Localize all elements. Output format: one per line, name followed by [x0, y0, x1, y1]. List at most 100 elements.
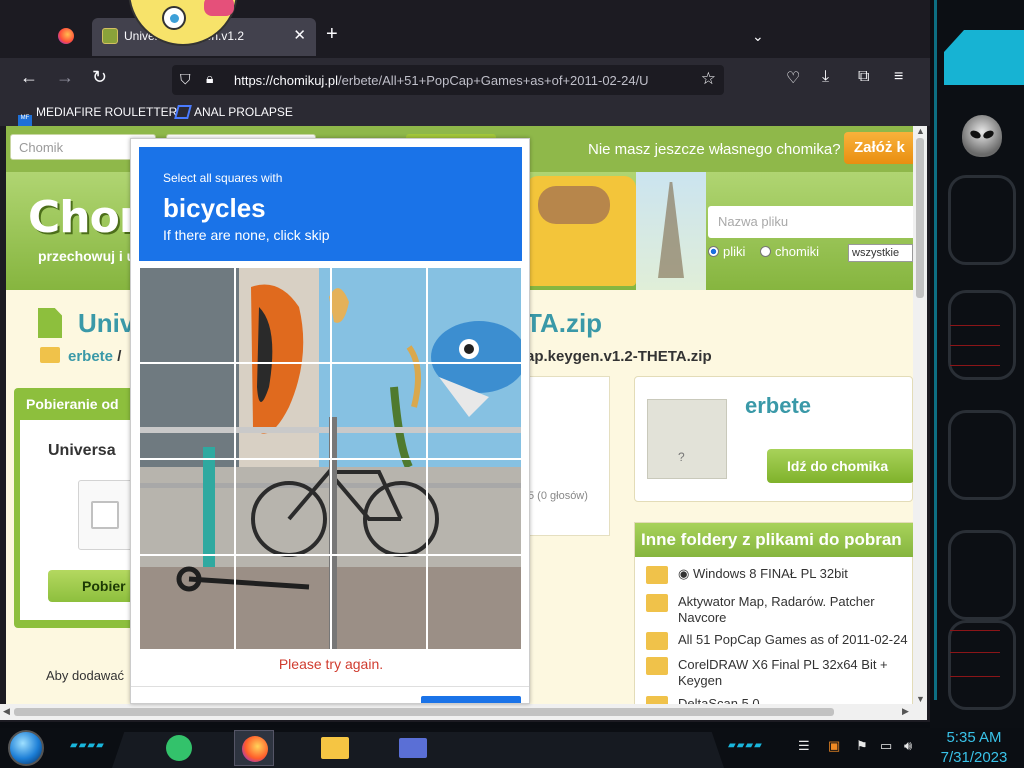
signup-button[interactable]: Załóż k	[844, 132, 913, 164]
captcha-instruction: Select all squares with	[163, 171, 283, 185]
taskbar-media-app[interactable]	[392, 730, 432, 766]
taskbar-file-explorer-app[interactable]	[314, 730, 354, 766]
owner-name[interactable]: erbete	[745, 393, 811, 419]
captcha-tile[interactable]	[427, 267, 522, 363]
scroll-right-icon[interactable]: ▶	[902, 706, 909, 717]
firefox-favicon-icon	[58, 28, 74, 44]
flag-icon[interactable]: ⚑	[856, 738, 868, 754]
site-tagline: przechowuj i u	[38, 248, 136, 264]
radio-selected-icon	[708, 246, 719, 257]
radio-files[interactable]: pliki	[708, 244, 745, 259]
vertical-scrollbar[interactable]: ▲ ▼	[913, 126, 927, 704]
gadget-red-line	[950, 345, 1000, 346]
desktop-gadget-panel	[930, 0, 1024, 728]
recaptcha-checkbox[interactable]	[91, 501, 119, 529]
bookmark-anal-prolapse[interactable]: ANAL PROLAPSE	[174, 105, 293, 119]
tray-app-icon[interactable]: ▣	[828, 738, 840, 754]
bookmark-star-icon[interactable]: ☆	[701, 69, 716, 89]
tray-menu-icon[interactable]: ☰	[798, 738, 810, 754]
extensions-icon[interactable]: ⧉	[858, 68, 869, 86]
captcha-tile[interactable]	[139, 267, 235, 363]
download-button[interactable]: Pobier	[48, 570, 138, 602]
scrollbar-thumb[interactable]	[916, 138, 924, 298]
start-button[interactable]	[8, 730, 44, 766]
captcha-skip-button[interactable]	[421, 696, 521, 703]
url-bar[interactable]: ⛉ 🔒︎ https://chomikuj.pl/erbete/All+51+P…	[172, 65, 724, 95]
tab-firefox[interactable]	[40, 18, 90, 56]
folder-icon	[40, 347, 60, 363]
captcha-tile[interactable]	[139, 555, 235, 650]
clock-date: 7/31/2023	[940, 749, 1008, 766]
alienware-logo-icon	[962, 115, 1002, 157]
gadget-meter-ring	[948, 620, 1016, 710]
recaptcha-checkbox-card	[78, 480, 134, 550]
scrollbar-thumb[interactable]	[14, 708, 834, 716]
captcha-subtext: If there are none, click skip	[163, 227, 330, 243]
gadget-red-line	[950, 365, 1000, 366]
scroll-left-icon[interactable]: ◀	[3, 706, 10, 717]
breadcrumb-file: ap.keygen.v1.2-THETA.zip	[526, 348, 712, 365]
captcha-tile[interactable]	[235, 459, 331, 555]
breadcrumb-user[interactable]: erbete /	[68, 348, 121, 365]
captcha-tile[interactable]	[235, 363, 331, 459]
system-clock[interactable]: 5:35 AM 7/31/2023	[934, 728, 1014, 768]
download-box-title: Pobieranie od	[26, 396, 119, 412]
radio-chomiki[interactable]: chomiki	[760, 244, 819, 259]
url-text[interactable]: https://chomikuj.pl/erbete/All+51+PopCap…	[234, 73, 689, 88]
captcha-error-text: Please try again.	[278, 656, 384, 672]
close-tab-icon[interactable]: ✕	[293, 26, 306, 44]
filter-select[interactable]: wszystkie	[848, 244, 913, 262]
captcha-tile[interactable]	[427, 555, 522, 650]
back-button[interactable]: ←	[20, 67, 38, 88]
lock-icon[interactable]: 🔒︎	[206, 70, 213, 87]
captcha-tile[interactable]	[139, 363, 235, 459]
horizontal-scrollbar[interactable]: ◀ ▶	[0, 704, 927, 720]
forward-button[interactable]: →	[56, 67, 74, 88]
folder-icon	[646, 632, 668, 650]
bookmarks-toolbar: MF MEDIAFIRE ROULETTER ANAL PROLAPSE	[0, 100, 930, 129]
captcha-tile[interactable]	[331, 363, 427, 459]
captcha-tile[interactable]	[331, 555, 427, 650]
folder-icon	[646, 696, 668, 704]
rating-text: 5 (0 głosów)	[528, 490, 588, 502]
gadget-red-line	[950, 676, 1000, 677]
scroll-up-icon[interactable]: ▲	[916, 126, 925, 136]
taskbar-notes-app[interactable]	[158, 730, 198, 766]
download-icon[interactable]: ⤓	[822, 68, 829, 86]
zip-file-icon	[38, 308, 62, 338]
scroll-down-icon[interactable]: ▼	[916, 694, 925, 704]
captcha-tile[interactable]	[139, 459, 235, 555]
file-title: Univ	[78, 308, 135, 338]
tracking-protection-shield-icon[interactable]: ⛉	[180, 71, 191, 88]
network-icon[interactable]: ▭	[880, 738, 892, 754]
add-comment-note: Aby dodawać	[46, 668, 125, 683]
menu-icon[interactable]: ≡	[894, 68, 903, 86]
avatar[interactable]	[647, 399, 727, 479]
captcha-tile[interactable]	[331, 267, 427, 363]
captcha-tile[interactable]	[235, 555, 331, 650]
gadget-red-line	[950, 652, 1000, 653]
gadget-accent-line	[934, 0, 942, 700]
captcha-image-grid	[139, 267, 522, 650]
file-search-input[interactable]: Nazwa pliku	[708, 206, 913, 238]
go-to-chomik-button[interactable]: Idź do chomika	[767, 449, 913, 483]
gadget-red-line	[950, 630, 1000, 631]
taskbar-firefox-app[interactable]	[234, 730, 274, 766]
captcha-tile[interactable]	[427, 459, 522, 555]
desktop: Universal.Keygen.v1.2 ✕ + ⌄ ← → ↻ ⛉ 🔒︎ h…	[0, 0, 1024, 768]
gadget-meter-ring	[948, 410, 1016, 500]
volume-icon[interactable]: 🔊︎	[904, 738, 912, 754]
gadget-meter-ring	[948, 175, 1016, 265]
reload-button[interactable]: ↻	[92, 67, 107, 88]
folder-icon	[646, 566, 668, 584]
captcha-tile[interactable]	[427, 363, 522, 459]
taskbar-deco-dots: ▰▰▰▰	[70, 740, 105, 751]
captcha-tile[interactable]	[331, 459, 427, 555]
file-title-suffix: TA.zip	[526, 308, 603, 338]
new-tab-button[interactable]: +	[326, 24, 338, 44]
pocket-icon[interactable]: ♡	[786, 68, 800, 88]
folder-app-icon	[321, 737, 349, 759]
list-tabs-icon[interactable]: ⌄	[752, 28, 764, 45]
banner-van-image	[526, 176, 636, 286]
captcha-tile[interactable]	[235, 267, 331, 363]
